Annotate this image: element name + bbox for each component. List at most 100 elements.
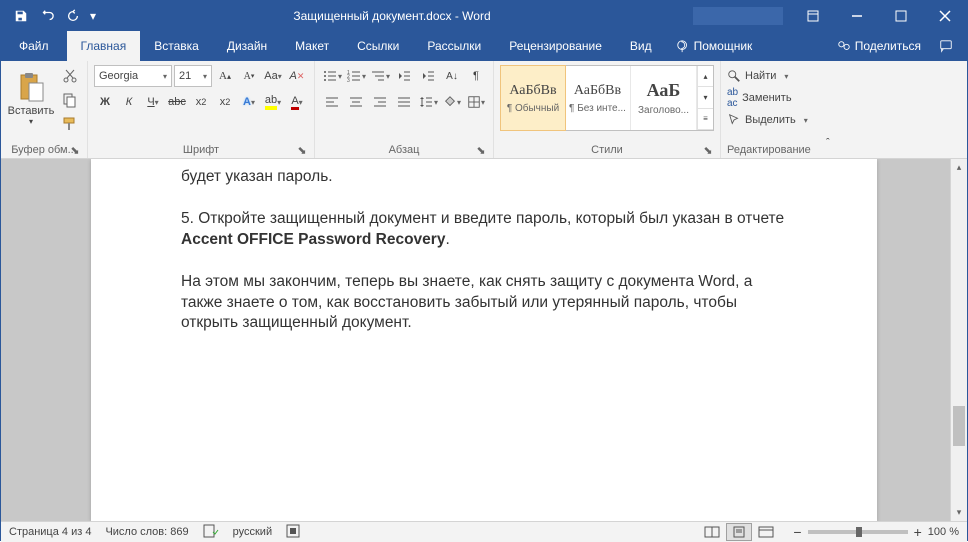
- spell-check-icon[interactable]: [203, 524, 219, 541]
- titlebar: ▾ Защищенный документ.docx - Word: [1, 1, 967, 31]
- zoom-level[interactable]: 100 %: [928, 526, 959, 538]
- decrease-indent-icon[interactable]: [393, 65, 415, 87]
- style-scroll: ▴ ▾ ≡: [697, 66, 713, 130]
- grow-font-icon[interactable]: A▴: [214, 65, 236, 87]
- group-font-label: Шрифт⬊: [94, 142, 308, 156]
- quick-access-toolbar: ▾: [1, 4, 99, 28]
- italic-icon[interactable]: К: [118, 91, 140, 113]
- style-heading1[interactable]: АаБ Заголово...: [631, 66, 697, 130]
- strikethrough-icon[interactable]: abc: [166, 91, 188, 113]
- subscript-icon[interactable]: x2: [190, 91, 212, 113]
- document-area: будет указан пароль. 5. Откройте защищен…: [1, 159, 967, 521]
- close-icon[interactable]: [923, 1, 967, 31]
- style-normal[interactable]: АаБбВв ¶ Обычный: [500, 65, 566, 131]
- page[interactable]: будет указан пароль. 5. Откройте защищен…: [91, 159, 877, 521]
- scroll-up-icon[interactable]: ▴: [951, 159, 967, 176]
- multilevel-list-icon[interactable]: ▾: [369, 65, 391, 87]
- font-name-combo[interactable]: Georgia▾: [94, 65, 172, 87]
- view-buttons: [699, 523, 779, 541]
- tell-me[interactable]: Помощник: [666, 31, 763, 61]
- bullets-icon[interactable]: ▾: [321, 65, 343, 87]
- align-center-icon[interactable]: [345, 91, 367, 113]
- select-button[interactable]: Выделить▾: [727, 109, 808, 131]
- doc-text: На этом мы закончим, теперь вы знаете, к…: [181, 272, 787, 335]
- align-right-icon[interactable]: [369, 91, 391, 113]
- shrink-font-icon[interactable]: A▾: [238, 65, 260, 87]
- language-indicator[interactable]: русский: [233, 526, 272, 538]
- zoom-in-icon[interactable]: +: [914, 524, 922, 540]
- styles-launcher-icon[interactable]: ⬊: [702, 144, 714, 156]
- justify-icon[interactable]: [393, 91, 415, 113]
- ribbon: Вставить ▾ Буфер обм...⬊ Georgia▾ 21▾ A▴…: [1, 61, 967, 159]
- borders-icon[interactable]: ▾: [465, 91, 487, 113]
- font-color-icon[interactable]: A▾: [286, 91, 308, 113]
- tab-insert[interactable]: Вставка: [140, 31, 213, 61]
- clipboard-launcher-icon[interactable]: ⬊: [69, 144, 81, 156]
- clear-formatting-icon[interactable]: A✕: [286, 65, 308, 87]
- zoom-slider[interactable]: [808, 530, 908, 534]
- collapse-ribbon-icon[interactable]: ˆ: [817, 132, 839, 154]
- numbering-icon[interactable]: 123▾: [345, 65, 367, 87]
- macro-icon[interactable]: [286, 524, 300, 541]
- group-clipboard-label: Буфер обм...⬊: [7, 142, 81, 156]
- web-layout-icon[interactable]: [753, 523, 779, 541]
- group-styles: АаБбВв ¶ Обычный АаБбВв ¶ Без инте... Аа…: [494, 61, 721, 158]
- share-button[interactable]: Поделиться: [829, 39, 929, 53]
- superscript-icon[interactable]: x2: [214, 91, 236, 113]
- increase-indent-icon[interactable]: [417, 65, 439, 87]
- group-clipboard: Вставить ▾ Буфер обм...⬊: [1, 61, 88, 158]
- tab-view[interactable]: Вид: [616, 31, 666, 61]
- save-icon[interactable]: [9, 4, 33, 28]
- find-button[interactable]: Найти▾: [727, 65, 788, 87]
- tab-home[interactable]: Главная: [67, 31, 141, 61]
- redo-icon[interactable]: [61, 4, 85, 28]
- zoom-out-icon[interactable]: −: [793, 524, 801, 540]
- tab-design[interactable]: Дизайн: [213, 31, 281, 61]
- group-paragraph-label: Абзац⬊: [321, 142, 487, 156]
- shading-icon[interactable]: ▾: [441, 91, 463, 113]
- account-area[interactable]: [693, 7, 783, 25]
- ribbon-display-icon[interactable]: [791, 1, 835, 31]
- scroll-down-icon[interactable]: ▾: [951, 504, 967, 521]
- tab-review[interactable]: Рецензирование: [495, 31, 616, 61]
- replace-button[interactable]: abacЗаменить: [727, 87, 792, 109]
- tab-mailings[interactable]: Рассылки: [413, 31, 495, 61]
- qat-customize-icon[interactable]: ▾: [87, 4, 99, 28]
- tab-layout[interactable]: Макет: [281, 31, 343, 61]
- cut-icon[interactable]: [59, 65, 81, 87]
- word-count[interactable]: Число слов: 869: [105, 526, 188, 538]
- highlight-icon[interactable]: ab▾: [262, 91, 284, 113]
- bold-icon[interactable]: Ж: [94, 91, 116, 113]
- vertical-scrollbar[interactable]: ▴ ▾: [950, 159, 967, 521]
- text-effects-icon[interactable]: A▾: [238, 91, 260, 113]
- ribbon-tabs: Файл Главная Вставка Дизайн Макет Ссылки…: [1, 31, 967, 61]
- style-scroll-up-icon[interactable]: ▴: [698, 66, 713, 87]
- scroll-thumb[interactable]: [953, 406, 965, 446]
- font-launcher-icon[interactable]: ⬊: [296, 144, 308, 156]
- paste-button[interactable]: Вставить ▾: [7, 65, 55, 131]
- group-editing-label: Редактирование: [727, 142, 811, 156]
- align-left-icon[interactable]: [321, 91, 343, 113]
- sort-icon[interactable]: A↓: [441, 65, 463, 87]
- font-size-combo[interactable]: 21▾: [174, 65, 212, 87]
- style-expand-icon[interactable]: ≡: [698, 109, 713, 130]
- line-spacing-icon[interactable]: ▾: [417, 91, 439, 113]
- style-no-spacing[interactable]: АаБбВв ¶ Без инте...: [565, 66, 631, 130]
- show-marks-icon[interactable]: ¶: [465, 65, 487, 87]
- maximize-icon[interactable]: [879, 1, 923, 31]
- print-layout-icon[interactable]: [726, 523, 752, 541]
- read-mode-icon[interactable]: [699, 523, 725, 541]
- undo-icon[interactable]: [35, 4, 59, 28]
- comments-icon[interactable]: [935, 35, 957, 57]
- minimize-icon[interactable]: [835, 1, 879, 31]
- tab-references[interactable]: Ссылки: [343, 31, 413, 61]
- style-scroll-down-icon[interactable]: ▾: [698, 87, 713, 108]
- copy-icon[interactable]: [59, 89, 81, 111]
- underline-icon[interactable]: Ч▾: [142, 91, 164, 113]
- tab-file[interactable]: Файл: [1, 31, 67, 61]
- page-indicator[interactable]: Страница 4 из 4: [9, 526, 91, 538]
- change-case-icon[interactable]: Aa▾: [262, 65, 284, 87]
- paragraph-launcher-icon[interactable]: ⬊: [475, 144, 487, 156]
- svg-text:3: 3: [347, 78, 350, 84]
- format-painter-icon[interactable]: [59, 113, 81, 135]
